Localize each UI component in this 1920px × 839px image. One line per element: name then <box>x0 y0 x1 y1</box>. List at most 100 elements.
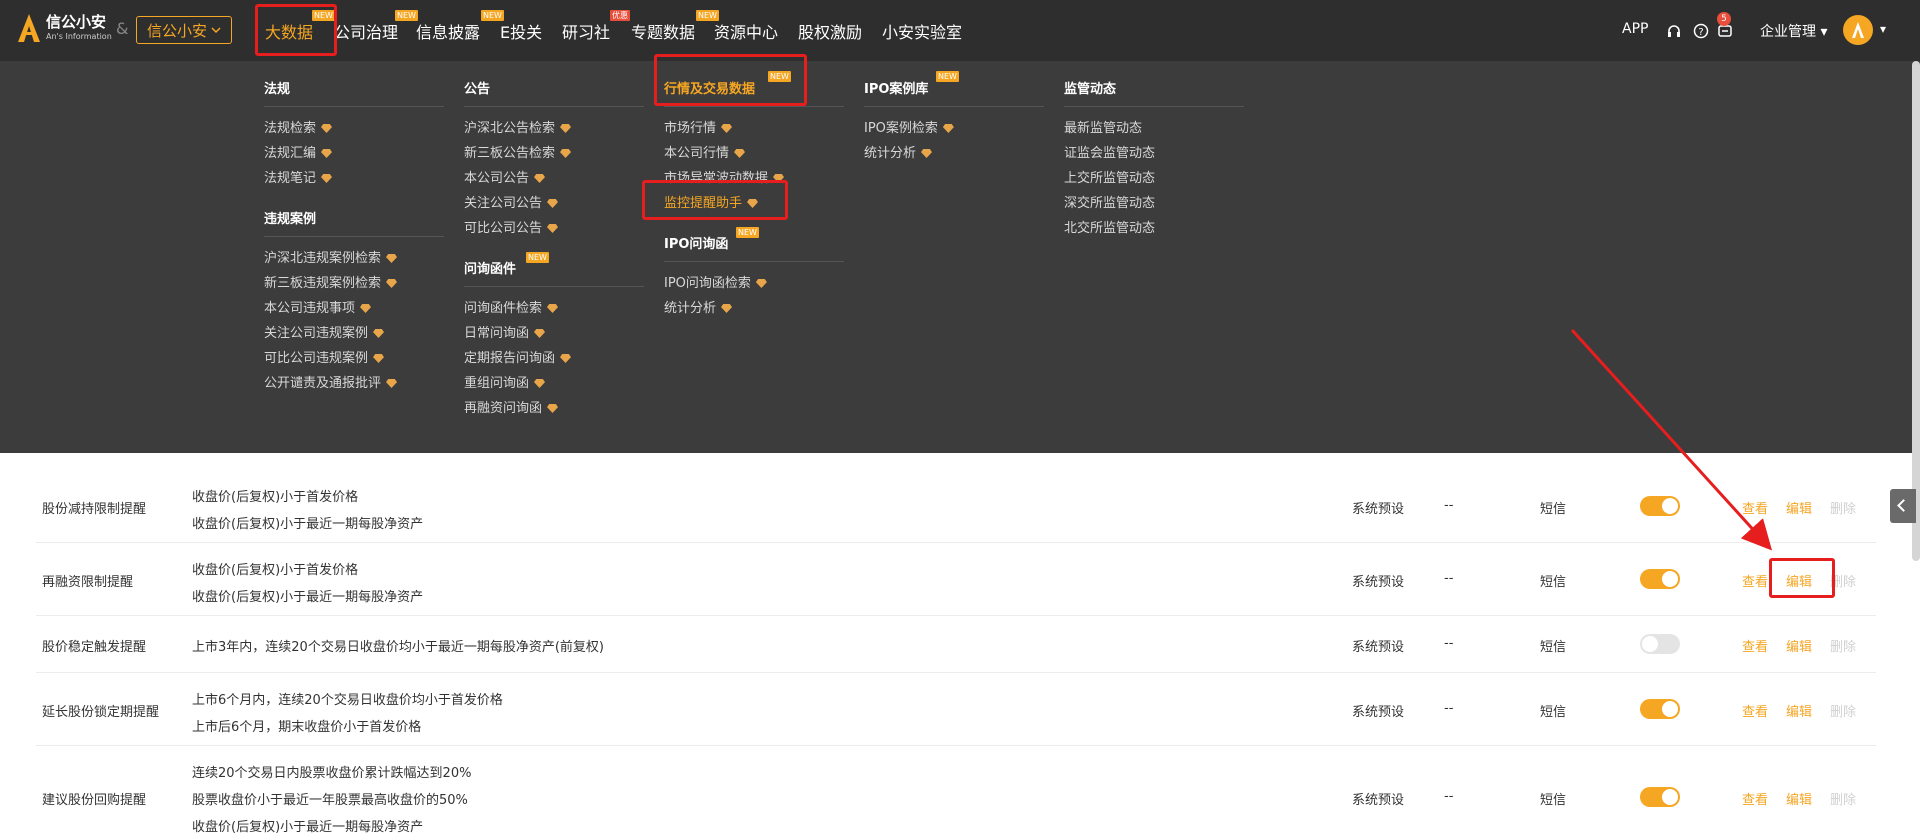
menu-link[interactable]: 北交所监管动态 <box>1064 217 1155 236</box>
nav-item-governance[interactable]: 公司治理 <box>334 19 398 43</box>
avatar[interactable] <box>1843 15 1873 45</box>
menu-link[interactable]: 本公司违规事项 <box>264 297 372 316</box>
menu-section-title: 公告 <box>464 82 491 97</box>
headset-icon[interactable] <box>1666 23 1682 39</box>
menu-link[interactable]: 问询函件检索 <box>464 297 559 316</box>
delete-button[interactable]: 删除 <box>1830 636 1856 655</box>
diamond-icon <box>721 304 733 313</box>
edit-button[interactable]: 编辑 <box>1786 701 1812 720</box>
menu-link[interactable]: IPO问询函检索 <box>664 272 767 291</box>
rule-enable-toggle[interactable] <box>1640 634 1680 654</box>
view-button[interactable]: 查看 <box>1742 498 1768 517</box>
help-icon[interactable]: ? <box>1693 23 1709 39</box>
table-row: 建议股份回购提醒 连续20个交易日内股票收盘价累计跌幅达到20% 股票收盘价小于… <box>36 746 1876 839</box>
logo-subtitle: An's Information <box>46 32 112 41</box>
diamond-icon <box>721 124 733 133</box>
nav-item-lab[interactable]: 小安实验室 <box>882 19 962 43</box>
divider <box>264 106 444 107</box>
nav-item-equity-incentive[interactable]: 股权激励 <box>798 19 862 43</box>
diamond-icon <box>547 224 559 233</box>
view-button[interactable]: 查看 <box>1742 571 1768 590</box>
nav-item-e-ir[interactable]: E投关 <box>500 19 542 43</box>
delete-button[interactable]: 删除 <box>1830 701 1856 720</box>
menu-link[interactable]: 上交所监管动态 <box>1064 167 1155 186</box>
brand-switch-button[interactable]: 信公小安 <box>136 16 233 44</box>
diamond-icon <box>386 254 398 263</box>
menu-section-title: 违规案例 <box>264 212 317 227</box>
menu-link[interactable]: 深交所监管动态 <box>1064 192 1155 211</box>
brand-label: 信公小安 <box>147 21 208 40</box>
menu-link[interactable]: 再融资问询函 <box>464 397 559 416</box>
avatar-logo-icon <box>1852 22 1864 38</box>
rule-condition: 收盘价(后复权)小于首发价格 <box>192 563 359 578</box>
menu-link[interactable]: 本公司公告 <box>464 167 546 186</box>
rule-enable-toggle[interactable] <box>1640 699 1680 719</box>
chevron-down-icon[interactable]: ▾ <box>1880 22 1886 36</box>
diamond-icon <box>360 304 372 313</box>
menu-link[interactable]: 新三板公告检索 <box>464 142 572 161</box>
rule-condition: 股票收盘价小于最近一年股票最高收盘价的50% <box>192 793 468 808</box>
nav-item-study[interactable]: 研习社 <box>562 19 610 43</box>
menu-link[interactable]: 关注公司公告 <box>464 192 559 211</box>
edit-button[interactable]: 编辑 <box>1786 789 1812 808</box>
menu-link[interactable]: 日常问询函 <box>464 322 546 341</box>
view-button[interactable]: 查看 <box>1742 701 1768 720</box>
rule-source: 系统预设 <box>1352 640 1405 655</box>
rule-enable-toggle[interactable] <box>1640 787 1680 807</box>
edit-button[interactable]: 编辑 <box>1786 636 1812 655</box>
menu-link[interactable]: 可比公司违规案例 <box>264 347 385 366</box>
menu-link[interactable]: 关注公司违规案例 <box>264 322 385 341</box>
menu-link[interactable]: 新三板违规案例检索 <box>264 272 398 291</box>
rule-condition: 上市后6个月，期末收盘价小于首发价格 <box>192 720 422 735</box>
rule-name: 建议股份回购提醒 <box>42 793 147 808</box>
logo[interactable]: 信公小安 An's Information <box>18 14 112 42</box>
menu-link[interactable]: 本公司行情 <box>664 142 746 161</box>
discount-badge: 优惠 <box>610 10 630 21</box>
menu-link[interactable]: 统计分析 <box>864 142 933 161</box>
ampersand: & <box>116 19 129 38</box>
view-button[interactable]: 查看 <box>1742 636 1768 655</box>
menu-link[interactable]: 沪深北公告检索 <box>464 117 572 136</box>
annotation-box-monitor-assistant <box>642 180 788 220</box>
side-panel-toggle[interactable] <box>1890 489 1916 523</box>
menu-link[interactable]: 最新监管动态 <box>1064 117 1142 136</box>
edit-button[interactable]: 编辑 <box>1786 498 1812 517</box>
menu-section-title: 问询函件 <box>464 262 517 277</box>
rule-source: 系统预设 <box>1352 793 1405 808</box>
menu-link[interactable]: IPO案例检索 <box>864 117 954 136</box>
menu-link[interactable]: 市场行情 <box>664 117 733 136</box>
menu-link[interactable]: 可比公司公告 <box>464 217 559 236</box>
menu-link[interactable]: 证监会监管动态 <box>1064 142 1155 161</box>
app-link[interactable]: APP <box>1622 21 1648 37</box>
enterprise-menu[interactable]: 企业管理 ▾ <box>1760 21 1827 41</box>
rule-enable-toggle[interactable] <box>1640 496 1680 516</box>
table-row: 股份减持限制提醒 收盘价(后复权)小于首发价格 收盘价(后复权)小于最近一期每股… <box>36 470 1876 543</box>
menu-link[interactable]: 法规汇编 <box>264 142 333 161</box>
delete-button[interactable]: 删除 <box>1830 498 1856 517</box>
nav-item-resources[interactable]: 资源中心 <box>714 19 778 43</box>
nav-item-topic-data[interactable]: 专题数据 <box>631 19 695 43</box>
rule-channel: 短信 <box>1540 705 1567 720</box>
menu-link[interactable]: 法规检索 <box>264 117 333 136</box>
nav-item-disclosure[interactable]: 信息披露 <box>416 19 480 43</box>
scrollbar[interactable] <box>1912 61 1920 561</box>
rule-channel: 短信 <box>1540 575 1567 590</box>
rule-dash: -- <box>1444 636 1454 651</box>
menu-link[interactable]: 统计分析 <box>664 297 733 316</box>
view-button[interactable]: 查看 <box>1742 789 1768 808</box>
menu-section-title: IPO案例库 <box>864 82 929 97</box>
delete-button[interactable]: 删除 <box>1830 789 1856 808</box>
menu-link[interactable]: 公开谴责及通报批评 <box>264 372 398 391</box>
mega-menu-big-data: 法规 法规检索 法规汇编 法规笔记 违规案例 沪深北违规案例检索 新三板违规案例… <box>0 61 1920 453</box>
menu-link[interactable]: 重组问询函 <box>464 372 546 391</box>
new-badge: NEW <box>736 227 759 238</box>
rule-enable-toggle[interactable] <box>1640 569 1680 589</box>
menu-link[interactable]: 法规笔记 <box>264 167 333 186</box>
menu-link[interactable]: 定期报告问询函 <box>464 347 572 366</box>
monitor-rules-table: 股份减持限制提醒 收盘价(后复权)小于首发价格 收盘价(后复权)小于最近一期每股… <box>0 453 1920 839</box>
diamond-icon <box>373 329 385 338</box>
menu-link[interactable]: 沪深北违规案例检索 <box>264 247 398 266</box>
rule-channel: 短信 <box>1540 502 1567 517</box>
rule-name: 股份减持限制提醒 <box>42 502 147 517</box>
diamond-icon <box>560 354 572 363</box>
